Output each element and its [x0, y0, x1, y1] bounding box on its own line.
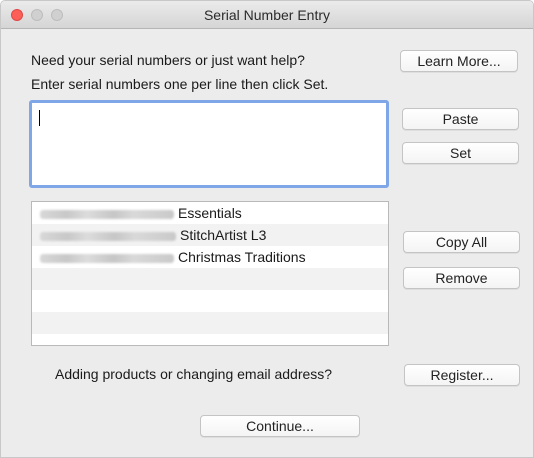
remove-button[interactable]: Remove: [403, 267, 520, 289]
register-button[interactable]: Register...: [404, 364, 520, 386]
text-caret: [39, 110, 40, 126]
continue-button[interactable]: Continue...: [200, 415, 360, 437]
paste-button[interactable]: Paste: [402, 108, 519, 130]
register-prompt: Adding products or changing email addres…: [55, 366, 333, 382]
redacted-serial: [40, 209, 174, 219]
window-title: Serial Number Entry: [203, 7, 331, 23]
list-item-christmas-traditions[interactable]: Christmas Traditions: [32, 246, 388, 268]
serial-number-list[interactable]: Essentials StitchArtist L3 Christmas Tra…: [31, 201, 389, 346]
redacted-serial: [40, 231, 176, 241]
product-name: Christmas Traditions: [178, 249, 306, 265]
serial-number-textarea-frame[interactable]: [29, 100, 389, 188]
redacted-serial: [40, 253, 174, 263]
help-prompt: Need your serial numbers or just want he…: [31, 52, 305, 68]
list-item-empty: [32, 290, 388, 312]
learn-more-button[interactable]: Learn More...: [400, 50, 518, 72]
list-item-stitchartist[interactable]: StitchArtist L3: [32, 224, 388, 246]
list-item-empty: [32, 312, 388, 334]
set-button[interactable]: Set: [402, 142, 519, 164]
list-item-empty: [32, 268, 388, 290]
list-item-essentials[interactable]: Essentials: [32, 202, 388, 224]
serial-number-entry-window: Serial Number Entry Need your serial num…: [0, 0, 534, 458]
product-name: StitchArtist L3: [180, 227, 267, 243]
serial-number-textarea[interactable]: [32, 103, 386, 185]
product-name: Essentials: [178, 205, 242, 221]
copy-all-button[interactable]: Copy All: [403, 231, 520, 253]
title-bar[interactable]: Serial Number Entry: [1, 1, 533, 29]
entry-instructions: Enter serial numbers one per line then c…: [31, 76, 329, 92]
